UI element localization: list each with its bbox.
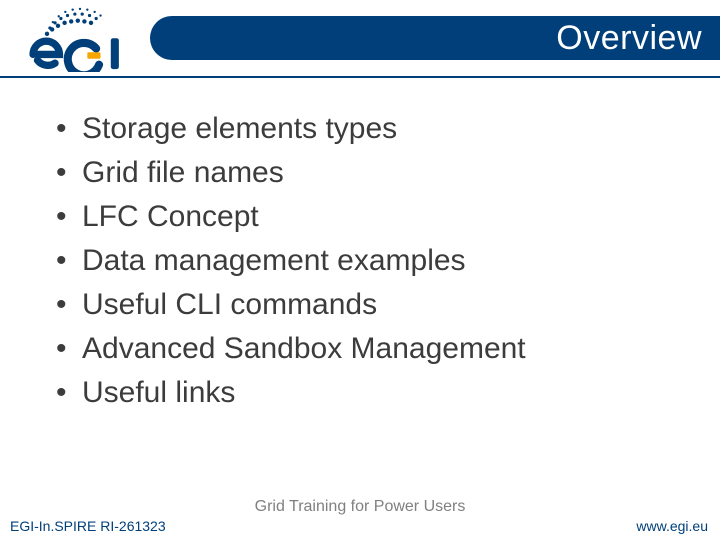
bullet-icon: •: [56, 198, 82, 236]
footer-left: EGI-In.SPIRE RI-261323: [10, 518, 166, 534]
bullet-icon: •: [56, 374, 82, 412]
header: Overview: [0, 0, 720, 78]
bullet-icon: •: [56, 110, 82, 148]
slide-body: • Storage elements types • Grid file nam…: [56, 110, 690, 418]
list-item: • Useful links: [56, 374, 690, 412]
bullet-text: Storage elements types: [82, 110, 397, 148]
slide-title: Overview: [556, 19, 702, 58]
footer-link[interactable]: www.egi.eu: [636, 518, 708, 534]
list-item: • Data management examples: [56, 242, 690, 280]
bullet-icon: •: [56, 242, 82, 280]
title-bar: Overview: [150, 16, 720, 60]
footer-center: Grid Training for Power Users: [0, 498, 720, 516]
bullet-text: Data management examples: [82, 242, 466, 280]
header-rule: [0, 76, 720, 78]
bullet-text: Useful links: [82, 374, 235, 412]
list-item: • Useful CLI commands: [56, 286, 690, 324]
bullet-text: Advanced Sandbox Management: [82, 330, 526, 368]
bullet-text: Grid file names: [82, 154, 284, 192]
list-item: • Storage elements types: [56, 110, 690, 148]
egi-logo-svg: [10, 6, 150, 72]
list-item: • Advanced Sandbox Management: [56, 330, 690, 368]
slide: Overview • Storage elements types • Grid…: [0, 0, 720, 540]
bullet-list: • Storage elements types • Grid file nam…: [56, 110, 690, 412]
bullet-text: Useful CLI commands: [82, 286, 377, 324]
bullet-icon: •: [56, 154, 82, 192]
list-item: • Grid file names: [56, 154, 690, 192]
footer: Grid Training for Power Users EGI-In.SPI…: [0, 488, 720, 540]
bullet-text: LFC Concept: [82, 198, 259, 236]
bullet-icon: •: [56, 330, 82, 368]
list-item: • LFC Concept: [56, 198, 690, 236]
bullet-icon: •: [56, 286, 82, 324]
egi-logo: [10, 6, 150, 72]
